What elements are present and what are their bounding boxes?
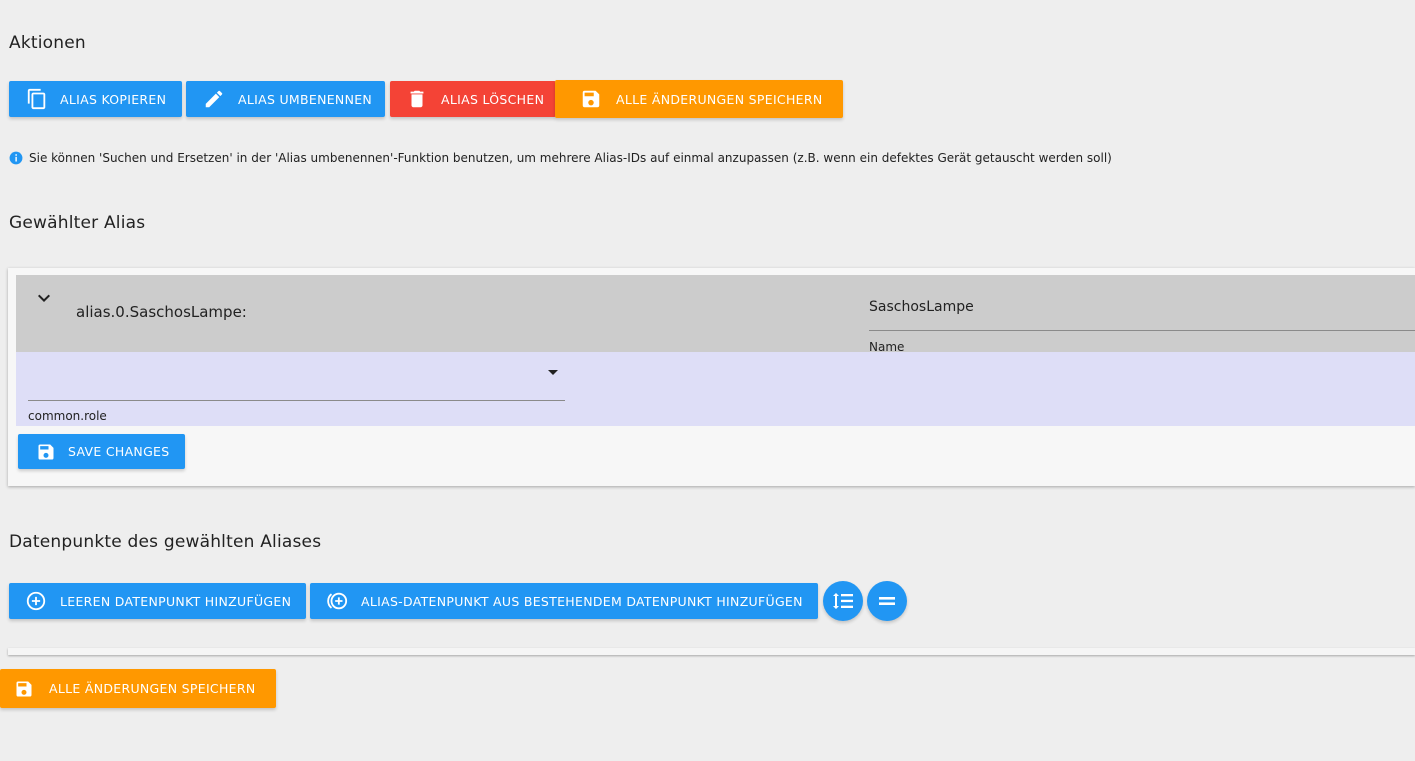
- expand-all-button[interactable]: [823, 581, 863, 621]
- add-datapoint-from-existing-button[interactable]: ALIAS-DATENPUNKT AUS BESTEHENDEM DATENPU…: [310, 583, 818, 619]
- alias-header-row: alias.0.SaschosLampe: SaschosLampe Name: [16, 275, 1415, 354]
- save-alias-changes-button[interactable]: SAVE CHANGES: [18, 434, 185, 469]
- chevron-down-icon[interactable]: [32, 286, 56, 314]
- add-datapoint-from-existing-label: ALIAS-DATENPUNKT AUS BESTEHENDEM DATENPU…: [361, 593, 803, 609]
- add-empty-datapoint-label: LEEREN DATENPUNKT HINZUFÜGEN: [60, 593, 292, 609]
- alias-role-row: common.role: [16, 352, 1415, 426]
- save-all-changes-label: ALLE ÄNDERUNGEN SPEICHERN: [616, 91, 823, 107]
- save-icon: [34, 440, 58, 464]
- datapoints-heading: Datenpunkte des gewählten Aliases: [9, 532, 322, 552]
- add-link-circle-icon: [325, 589, 349, 613]
- expand-lines-icon: [831, 589, 855, 613]
- common-role-select[interactable]: [28, 356, 565, 401]
- delete-alias-button[interactable]: ALIAS LÖSCHEN: [390, 81, 556, 117]
- collapse-all-button[interactable]: [867, 581, 907, 621]
- info-text: Sie können 'Suchen und Ersetzen' in der …: [29, 151, 1112, 165]
- add-empty-datapoint-button[interactable]: LEEREN DATENPUNKT HINZUFÜGEN: [9, 583, 306, 619]
- alias-card: alias.0.SaschosLampe: SaschosLampe Name …: [8, 268, 1415, 486]
- pencil-icon: [202, 87, 226, 111]
- alias-id: alias.0.SaschosLampe:: [76, 303, 247, 321]
- rename-alias-label: ALIAS UMBENENNEN: [238, 91, 373, 107]
- datapoints-list: [8, 648, 1415, 655]
- copy-alias-label: ALIAS KOPIEREN: [60, 91, 167, 107]
- common-role-label: common.role: [28, 409, 107, 423]
- copy-icon: [25, 87, 49, 111]
- trash-icon: [405, 87, 429, 111]
- delete-alias-label: ALIAS LÖSCHEN: [441, 91, 545, 107]
- bottom-save-all-button[interactable]: ALLE ÄNDERUNGEN SPEICHERN: [0, 669, 276, 708]
- caret-down-icon: [546, 364, 560, 383]
- alias-name-field[interactable]: SaschosLampe: [869, 291, 1415, 331]
- alias-name-value: SaschosLampe: [869, 299, 974, 315]
- save-all-changes-button[interactable]: ALLE ÄNDERUNGEN SPEICHERN: [555, 80, 843, 118]
- rename-alias-button[interactable]: ALIAS UMBENENNEN: [186, 81, 385, 117]
- actions-heading: Aktionen: [9, 33, 86, 53]
- save-icon: [579, 87, 603, 111]
- bottom-save-all-label: ALLE ÄNDERUNGEN SPEICHERN: [49, 681, 256, 696]
- save-icon: [12, 677, 36, 701]
- info-hint: Sie können 'Suchen und Ersetzen' in der …: [9, 151, 1112, 165]
- selected-alias-heading: Gewählter Alias: [9, 213, 146, 233]
- equals-icon: [875, 589, 899, 613]
- info-icon: [9, 151, 23, 165]
- copy-alias-button[interactable]: ALIAS KOPIEREN: [9, 81, 182, 117]
- save-alias-changes-label: SAVE CHANGES: [68, 444, 170, 459]
- plus-circle-icon: [24, 589, 48, 613]
